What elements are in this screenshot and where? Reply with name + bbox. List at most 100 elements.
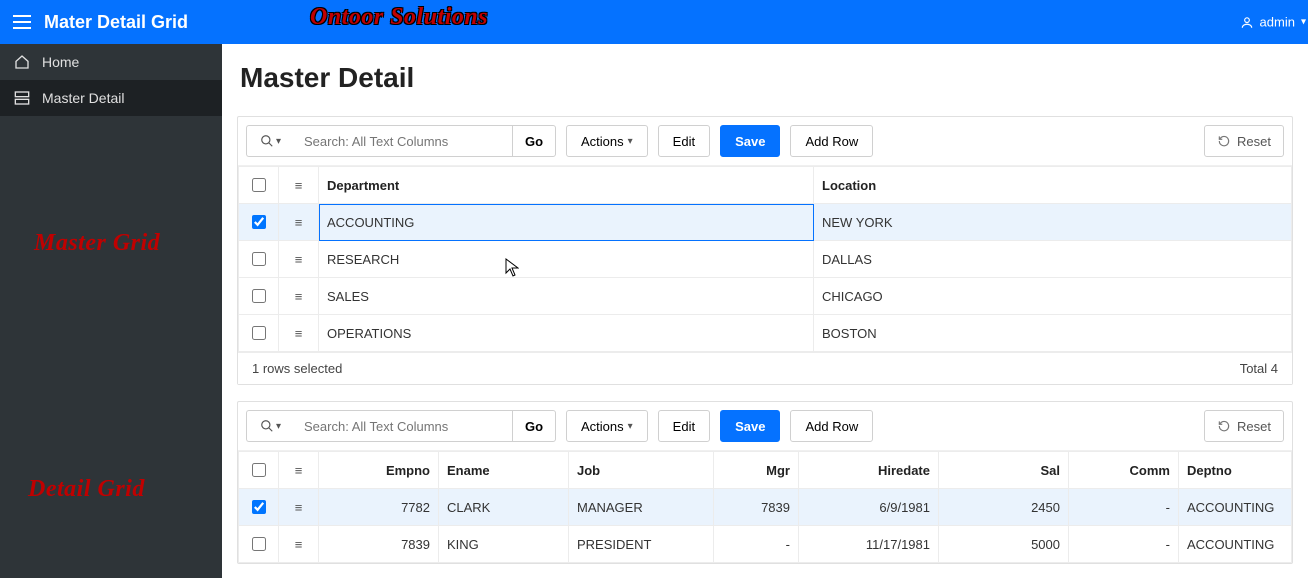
- reset-icon: [1217, 419, 1231, 433]
- cell-hiredate[interactable]: 11/17/1981: [799, 526, 939, 563]
- user-icon: [1240, 15, 1254, 29]
- add-row-button[interactable]: Add Row: [790, 125, 873, 157]
- user-menu[interactable]: admin ▾: [1240, 15, 1306, 30]
- reset-button[interactable]: Reset: [1204, 410, 1284, 442]
- go-button[interactable]: Go: [512, 410, 556, 442]
- col-comm[interactable]: Comm: [1069, 452, 1179, 489]
- row-checkbox[interactable]: [252, 326, 266, 340]
- sidebar-item-master-detail[interactable]: Master Detail: [0, 80, 222, 116]
- cell-comm[interactable]: -: [1069, 526, 1179, 563]
- save-button[interactable]: Save: [720, 125, 780, 157]
- row-menu-icon[interactable]: ≡: [279, 489, 319, 526]
- select-all-header[interactable]: [239, 167, 279, 204]
- cell-location[interactable]: DALLAS: [814, 241, 1292, 278]
- reset-button[interactable]: Reset: [1204, 125, 1284, 157]
- app-header: Mater Detail Grid Ontoor Solutions admin…: [0, 0, 1308, 44]
- cursor-icon: [505, 258, 519, 278]
- cell-job[interactable]: PRESIDENT: [569, 526, 714, 563]
- table-row[interactable]: ≡ OPERATIONS BOSTON: [239, 315, 1292, 352]
- detail-toolbar: ▾ Go Actions ▾ Edit Save Add Row Reset: [238, 402, 1292, 451]
- row-checkbox[interactable]: [252, 289, 266, 303]
- edit-button[interactable]: Edit: [658, 125, 710, 157]
- row-menu-header[interactable]: ≡: [279, 452, 319, 489]
- cell-mgr[interactable]: -: [714, 526, 799, 563]
- col-department[interactable]: Department: [319, 167, 814, 204]
- cell-mgr[interactable]: 7839: [714, 489, 799, 526]
- sidebar-item-label: Master Detail: [42, 90, 124, 106]
- master-grid-footer: 1 rows selected Total 4: [238, 352, 1292, 384]
- save-button[interactable]: Save: [720, 410, 780, 442]
- reset-icon: [1217, 134, 1231, 148]
- row-menu-header[interactable]: ≡: [279, 167, 319, 204]
- search-button[interactable]: ▾: [246, 125, 294, 157]
- cell-comm[interactable]: -: [1069, 489, 1179, 526]
- row-checkbox[interactable]: [252, 500, 266, 514]
- cell-department[interactable]: SALES: [319, 278, 814, 315]
- cell-location[interactable]: NEW YORK: [814, 204, 1292, 241]
- detail-table: ≡ Empno Ename Job Mgr Hiredate Sal Comm …: [238, 451, 1292, 563]
- hamburger-menu-icon[interactable]: [8, 8, 36, 36]
- table-row[interactable]: ≡ ACCOUNTING NEW YORK: [239, 204, 1292, 241]
- col-ename[interactable]: Ename: [439, 452, 569, 489]
- cell-ename[interactable]: CLARK: [439, 489, 569, 526]
- select-all-header[interactable]: [239, 452, 279, 489]
- reset-label: Reset: [1237, 134, 1271, 149]
- col-hiredate[interactable]: Hiredate: [799, 452, 939, 489]
- actions-button[interactable]: Actions ▾: [566, 410, 648, 442]
- cell-deptno[interactable]: ACCOUNTING: [1179, 526, 1292, 563]
- row-menu-icon[interactable]: ≡: [279, 204, 319, 241]
- cell-sal[interactable]: 5000: [939, 526, 1069, 563]
- chevron-down-icon: ▾: [628, 136, 633, 147]
- cell-empno[interactable]: 7782: [319, 489, 439, 526]
- edit-button[interactable]: Edit: [658, 410, 710, 442]
- cell-job[interactable]: MANAGER: [569, 489, 714, 526]
- search-icon: [260, 419, 274, 433]
- chevron-down-icon: ▾: [276, 421, 281, 432]
- search-button[interactable]: ▾: [246, 410, 294, 442]
- actions-button[interactable]: Actions ▾: [566, 125, 648, 157]
- cell-empno[interactable]: 7839: [319, 526, 439, 563]
- add-row-button[interactable]: Add Row: [790, 410, 873, 442]
- cell-department[interactable]: OPERATIONS: [319, 315, 814, 352]
- select-all-checkbox[interactable]: [252, 463, 266, 477]
- table-row[interactable]: ≡ 7839 KING PRESIDENT - 11/17/1981 5000 …: [239, 526, 1292, 563]
- row-checkbox[interactable]: [252, 252, 266, 266]
- search-group: ▾ Go: [246, 410, 556, 442]
- sidebar-item-home[interactable]: Home: [0, 44, 222, 80]
- table-row[interactable]: ≡ SALES CHICAGO: [239, 278, 1292, 315]
- col-job[interactable]: Job: [569, 452, 714, 489]
- cell-sal[interactable]: 2450: [939, 489, 1069, 526]
- grid-icon: [14, 90, 30, 106]
- col-deptno[interactable]: Deptno: [1179, 452, 1292, 489]
- cell-department[interactable]: RESEARCH: [319, 241, 814, 278]
- sidebar-item-label: Home: [42, 54, 79, 70]
- search-input[interactable]: [294, 125, 512, 157]
- cell-ename[interactable]: KING: [439, 526, 569, 563]
- reset-label: Reset: [1237, 419, 1271, 434]
- col-location[interactable]: Location: [814, 167, 1292, 204]
- cell-deptno[interactable]: ACCOUNTING: [1179, 489, 1292, 526]
- cell-hiredate[interactable]: 6/9/1981: [799, 489, 939, 526]
- row-menu-icon[interactable]: ≡: [279, 315, 319, 352]
- col-sal[interactable]: Sal: [939, 452, 1069, 489]
- search-input[interactable]: [294, 410, 512, 442]
- row-menu-icon[interactable]: ≡: [279, 241, 319, 278]
- user-label: admin: [1260, 15, 1295, 30]
- sidebar: Home Master Detail Master Grid Detail Gr…: [0, 44, 222, 578]
- search-icon: [260, 134, 274, 148]
- col-empno[interactable]: Empno: [319, 452, 439, 489]
- table-row[interactable]: ≡ 7782 CLARK MANAGER 7839 6/9/1981 2450 …: [239, 489, 1292, 526]
- cell-location[interactable]: BOSTON: [814, 315, 1292, 352]
- chevron-down-icon: ▾: [1301, 17, 1306, 28]
- row-menu-icon[interactable]: ≡: [279, 526, 319, 563]
- cell-department[interactable]: ACCOUNTING: [319, 204, 814, 241]
- row-checkbox[interactable]: [252, 537, 266, 551]
- cell-location[interactable]: CHICAGO: [814, 278, 1292, 315]
- select-all-checkbox[interactable]: [252, 178, 266, 192]
- go-button[interactable]: Go: [512, 125, 556, 157]
- row-checkbox[interactable]: [252, 215, 266, 229]
- annotation-detail-grid: Detail Grid: [28, 476, 145, 503]
- row-menu-icon[interactable]: ≡: [279, 278, 319, 315]
- table-row[interactable]: ≡ RESEARCH DALLAS: [239, 241, 1292, 278]
- col-mgr[interactable]: Mgr: [714, 452, 799, 489]
